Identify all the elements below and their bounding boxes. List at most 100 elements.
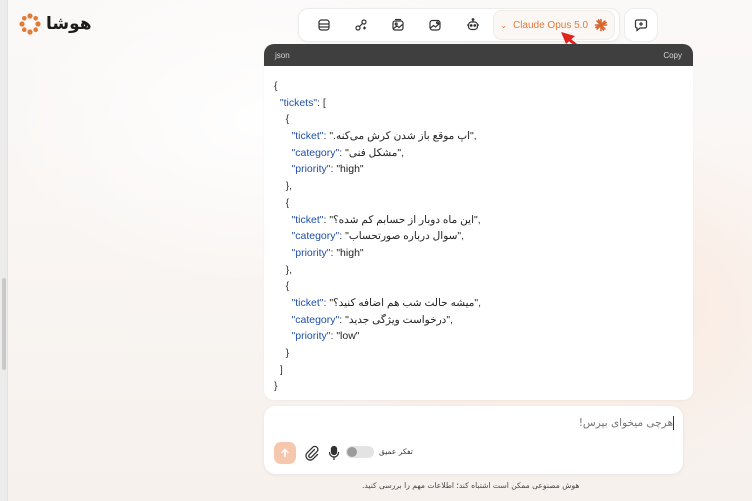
code-language: json — [275, 50, 290, 60]
robot-icon — [466, 18, 479, 31]
code-token: "high" — [336, 246, 364, 259]
code-token: "priority" — [291, 246, 331, 259]
code-token: , — [473, 130, 477, 143]
code-token: , — [478, 296, 482, 309]
code-line: } — [274, 345, 683, 362]
code-line: "ticket": "میشه حالت شب هم اضافه کنید؟", — [274, 295, 683, 312]
code-block: json Copy { "tickets": [ { "ticket": "اپ… — [264, 44, 693, 400]
code-token: "ticket" — [291, 296, 324, 309]
code-content: { "tickets": [ { "ticket": "اپ موقع باز … — [264, 66, 693, 395]
paperclip-icon[interactable] — [304, 445, 320, 461]
send-button[interactable] — [274, 442, 296, 464]
code-line: { — [274, 78, 683, 95]
brand[interactable]: هوشا — [18, 12, 92, 36]
microphone-icon[interactable] — [327, 445, 341, 461]
code-token: "category" — [291, 230, 340, 243]
code-token: , — [477, 213, 481, 226]
code-token: ] — [279, 363, 283, 376]
code-line: "category": "مشکل فنی", — [274, 145, 683, 162]
scrollbar-thumb[interactable] — [2, 278, 6, 370]
code-token: , — [450, 313, 453, 326]
code-token: "priority" — [291, 163, 331, 176]
code-line: "category": "درخواست ویژگی جدید", — [274, 312, 683, 329]
code-token: "tickets" — [279, 96, 318, 109]
image-edit-button[interactable] — [417, 10, 454, 40]
code-token: "سوال درباره صورتحساب" — [345, 230, 462, 243]
code-token: } — [274, 380, 278, 393]
new-chat-button[interactable] — [624, 8, 658, 42]
code-token: "مشکل فنی" — [345, 146, 402, 159]
code-token: "این ماه دوبار از حسابم کم شده؟" — [329, 213, 478, 226]
code-token: , — [461, 230, 465, 243]
database-icon — [318, 19, 330, 31]
code-line: }, — [274, 262, 683, 279]
code-token: { — [285, 113, 290, 126]
brand-name: هوشا — [46, 14, 92, 34]
code-token: { — [285, 280, 290, 293]
code-line: } — [274, 378, 683, 395]
code-line: { — [274, 111, 683, 128]
image-gallery-icon — [392, 18, 404, 31]
code-token: }, — [285, 180, 293, 193]
code-line: "priority": "high" — [274, 161, 683, 178]
code-block-header: json Copy — [264, 44, 693, 66]
code-token: "میشه حالت شب هم اضافه کنید؟" — [329, 296, 479, 309]
database-button[interactable] — [305, 10, 342, 40]
code-token: "low" — [336, 330, 360, 343]
toggle-knob — [347, 447, 357, 457]
code-line: "category": "سوال درباره صورتحساب", — [274, 228, 683, 245]
code-token: }, — [285, 263, 293, 276]
code-line: ] — [274, 362, 683, 379]
workflow-button[interactable] — [342, 10, 379, 40]
deep-think-toggle[interactable] — [346, 446, 374, 458]
code-token: { — [274, 80, 278, 92]
code-line: "ticket": "این ماه دوبار از حسابم کم شده… — [274, 212, 683, 229]
code-token: "ticket" — [291, 130, 324, 143]
message-composer: تفکر عمیق — [264, 406, 683, 474]
code-line: "priority": "high" — [274, 245, 683, 262]
code-token: "category" — [291, 313, 340, 326]
code-token: , — [401, 146, 405, 159]
code-token: } — [285, 347, 290, 359]
code-line: }, — [274, 178, 683, 195]
code-token: "درخواست ویژگی جدید" — [345, 313, 451, 326]
deep-think-label: تفکر عمیق — [379, 447, 413, 456]
image-gallery-button[interactable] — [380, 10, 417, 40]
text-caret — [673, 416, 674, 430]
arrow-up-icon — [281, 448, 289, 458]
disclaimer-text: هوش مصنوعی ممکن است اشتباه کند؛ اطلاعات … — [362, 481, 580, 490]
copy-button[interactable]: Copy — [663, 51, 682, 60]
model-name: Claude Opus 5.0 — [512, 19, 589, 31]
message-input[interactable] — [373, 417, 673, 429]
code-token: "اپ موقع باز شدن کرش می‌کنه." — [329, 130, 474, 143]
chevron-down-icon: ⌄ — [500, 20, 507, 30]
code-token: { — [285, 196, 290, 209]
code-line: "ticket": "اپ موقع باز شدن کرش می‌کنه.", — [274, 128, 683, 145]
brand-logo-icon — [19, 13, 41, 35]
agent-button[interactable] — [454, 10, 491, 40]
code-token: "high" — [336, 163, 364, 176]
sidebar-rail[interactable] — [0, 0, 8, 501]
image-edit-icon — [429, 19, 442, 31]
code-line: "priority": "low" — [274, 328, 683, 345]
code-line: { — [274, 195, 683, 212]
code-token: "category" — [291, 146, 340, 159]
code-token: "priority" — [291, 330, 331, 343]
code-line: "tickets": [ — [274, 95, 683, 112]
workflow-icon — [355, 19, 367, 31]
